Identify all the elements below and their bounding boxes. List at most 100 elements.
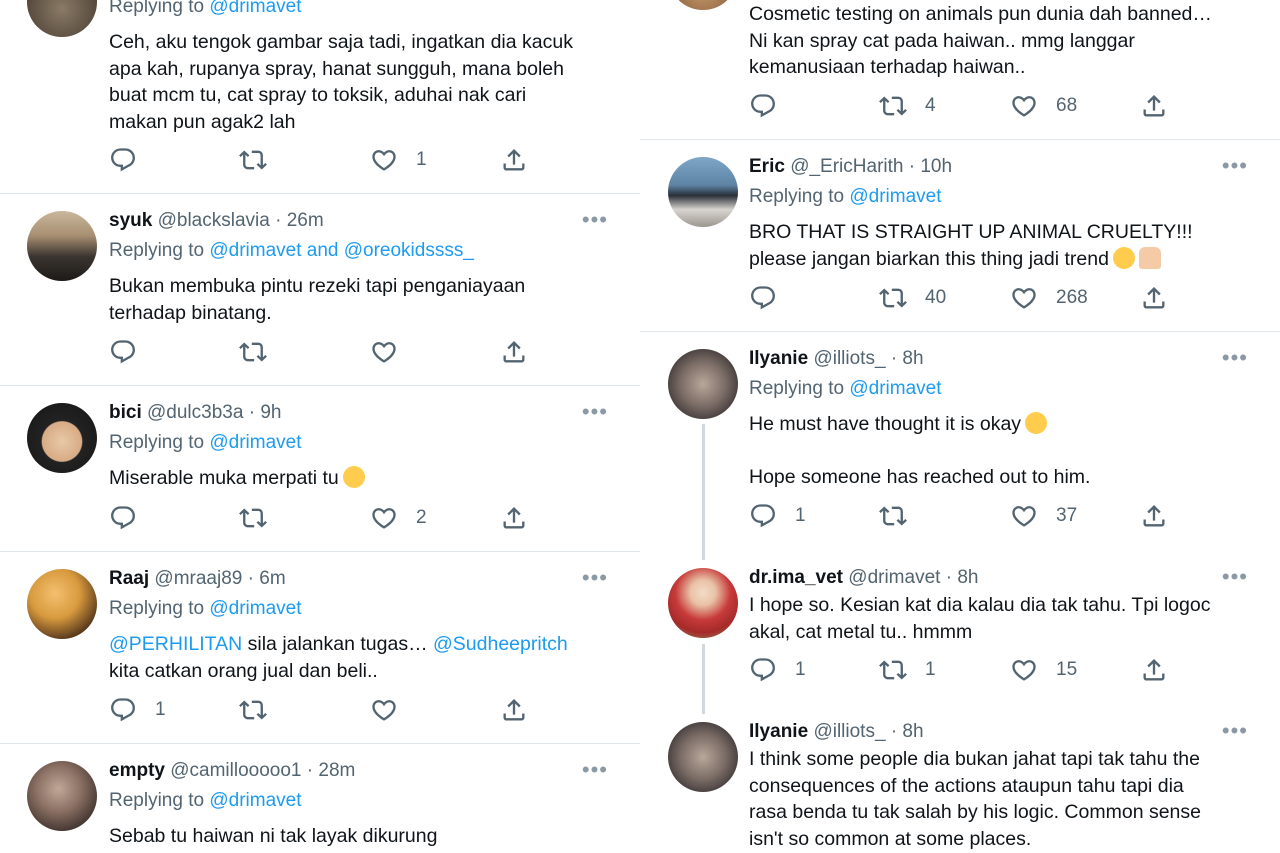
tweet[interactable]: Replying to @drimavet Ceh, aku tengok ga… — [0, 0, 640, 194]
like-button[interactable]: 2 — [370, 504, 427, 532]
reply-mention-link[interactable]: @drimavet — [209, 0, 301, 17]
timestamp[interactable]: · 8h — [891, 721, 924, 742]
avatar[interactable] — [27, 211, 97, 281]
retweet-button[interactable] — [239, 146, 285, 174]
more-options-icon[interactable]: ••• — [582, 759, 608, 781]
user-handle[interactable]: @dulc3b3a — [147, 402, 243, 423]
retweet-button[interactable] — [239, 338, 285, 366]
reply-mention-link[interactable]: @drimavet — [849, 186, 941, 207]
timestamp[interactable]: · 8h — [891, 348, 924, 369]
reply-button[interactable] — [109, 338, 155, 366]
tweet-actions: 2 — [109, 504, 549, 532]
share-button[interactable] — [1140, 502, 1168, 530]
replying-to: Replying to @drimavet — [749, 185, 942, 209]
retweet-button[interactable] — [239, 504, 285, 532]
user-handle[interactable]: @_EricHarith — [790, 156, 903, 177]
like-button[interactable] — [370, 696, 416, 724]
mention-link[interactable]: @Sudheepritch — [433, 633, 568, 655]
like-button[interactable]: 1 — [370, 146, 427, 174]
reply-button[interactable]: 1 — [109, 696, 166, 724]
tweet[interactable]: Raaj @mraaj89 · 6m ••• Replying to @drim… — [0, 552, 640, 744]
like-button[interactable]: 68 — [1010, 92, 1077, 120]
tweet[interactable]: Ilyanie @illiots_ · 8h ••• I think some … — [640, 710, 1280, 853]
tweet[interactable]: bici @dulc3b3a · 9h ••• Replying to @dri… — [0, 386, 640, 552]
avatar[interactable] — [27, 403, 97, 473]
retweet-button[interactable] — [239, 696, 285, 724]
timestamp[interactable]: · 9h — [249, 402, 282, 423]
avatar[interactable] — [668, 722, 738, 792]
display-name[interactable]: bici — [109, 402, 142, 423]
share-icon — [500, 338, 528, 366]
retweet-button[interactable]: 40 — [879, 284, 946, 312]
more-options-icon[interactable]: ••• — [582, 209, 608, 231]
share-button[interactable] — [1140, 92, 1168, 120]
like-button[interactable] — [370, 338, 416, 366]
like-button[interactable]: 268 — [1010, 284, 1088, 312]
avatar[interactable] — [668, 568, 738, 638]
reply-mention-link[interactable]: @drimavet — [209, 432, 301, 453]
user-handle[interactable]: @illiots_ — [813, 348, 885, 369]
reply-mention-link[interactable]: @drimavet and @oreokidssss_ — [209, 240, 474, 261]
more-options-icon[interactable]: ••• — [582, 401, 608, 423]
timestamp[interactable]: · 8h — [946, 567, 979, 588]
avatar[interactable] — [668, 0, 738, 10]
avatar[interactable] — [668, 349, 738, 419]
retweet-button[interactable] — [879, 502, 925, 530]
timestamp[interactable]: · 28m — [307, 760, 356, 781]
timestamp[interactable]: · 10h — [909, 156, 952, 177]
reply-mention-link[interactable]: @drimavet — [849, 378, 941, 399]
timestamp[interactable]: · 26m — [275, 210, 324, 231]
display-name[interactable]: empty — [109, 760, 165, 781]
share-button[interactable] — [500, 146, 528, 174]
reply-mention-link[interactable]: @drimavet — [209, 790, 301, 811]
user-handle[interactable]: @blackslavia — [158, 210, 270, 231]
user-handle[interactable]: @illiots_ — [813, 721, 885, 742]
share-button[interactable] — [1140, 656, 1168, 684]
display-name[interactable]: Ilyanie — [749, 721, 808, 742]
tweet[interactable]: syuk @blackslavia · 26m ••• Replying to … — [0, 194, 640, 386]
more-options-icon[interactable]: ••• — [1222, 720, 1248, 742]
tweet[interactable]: Eric @_EricHarith · 10h ••• Replying to … — [640, 140, 1280, 332]
tweet-line: please jangan biarkan this thing jadi tr… — [749, 246, 1269, 273]
more-options-icon[interactable]: ••• — [1222, 347, 1248, 369]
like-button[interactable]: 15 — [1010, 656, 1077, 684]
mention-link[interactable]: @PERHILITAN — [109, 633, 242, 655]
avatar[interactable] — [668, 157, 738, 227]
more-options-icon[interactable]: ••• — [582, 567, 608, 589]
like-count: 1 — [416, 149, 427, 170]
tweet[interactable]: dr.ima_vet @drimavet · 8h ••• I hope so.… — [640, 556, 1280, 710]
user-handle[interactable]: @camillooooo1 — [170, 760, 301, 781]
tweet[interactable]: Cosmetic testing on animals pun dunia da… — [640, 0, 1280, 140]
like-button[interactable]: 37 — [1010, 502, 1077, 530]
display-name[interactable]: Eric — [749, 156, 785, 177]
reply-button[interactable] — [749, 92, 795, 120]
tweet-line: Hope someone has reached out to him. — [749, 466, 1091, 488]
retweet-button[interactable]: 4 — [879, 92, 936, 120]
reply-button[interactable] — [749, 284, 795, 312]
share-button[interactable] — [1140, 284, 1168, 312]
display-name[interactable]: Ilyanie — [749, 348, 808, 369]
retweet-button[interactable]: 1 — [879, 656, 936, 684]
reply-button[interactable]: 1 — [749, 656, 806, 684]
more-options-icon[interactable]: ••• — [1222, 155, 1248, 177]
display-name[interactable]: syuk — [109, 210, 152, 231]
more-options-icon[interactable]: ••• — [1222, 566, 1248, 588]
user-handle[interactable]: @mraaj89 — [154, 568, 242, 589]
reply-button[interactable]: 1 — [749, 502, 806, 530]
user-handle[interactable]: @drimavet — [848, 567, 940, 588]
reply-mention-link[interactable]: @drimavet — [209, 598, 301, 619]
display-name[interactable]: Raaj — [109, 568, 149, 589]
reply-button[interactable] — [109, 504, 155, 532]
display-name[interactable]: dr.ima_vet — [749, 567, 843, 588]
timestamp[interactable]: · 6m — [248, 568, 286, 589]
tweet[interactable]: Ilyanie @illiots_ · 8h ••• Replying to @… — [640, 332, 1280, 558]
reply-button[interactable] — [109, 146, 155, 174]
avatar[interactable] — [27, 0, 97, 37]
share-button[interactable] — [500, 696, 528, 724]
share-button[interactable] — [500, 504, 528, 532]
tweet-line: Ni kan spray cat pada haiwan.. mmg langg… — [749, 29, 1135, 52]
avatar[interactable] — [27, 569, 97, 639]
avatar[interactable] — [27, 761, 97, 831]
share-button[interactable] — [500, 338, 528, 366]
tweet[interactable]: empty @camillooooo1 · 28m ••• Replying t… — [0, 744, 640, 853]
